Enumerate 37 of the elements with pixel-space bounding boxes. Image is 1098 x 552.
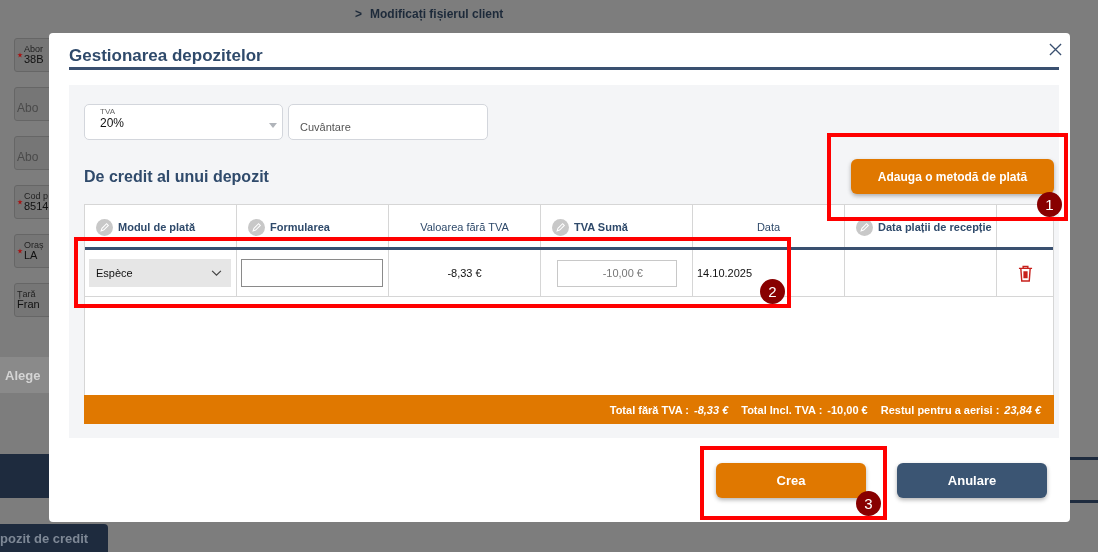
column-header: Modul de plată bbox=[118, 221, 195, 233]
field-label: Oraș bbox=[24, 241, 44, 250]
caret-icon bbox=[269, 123, 277, 128]
add-payment-button[interactable]: Adauga o metodă de plată bbox=[851, 159, 1054, 194]
column-header: Data plații de recepție bbox=[878, 221, 992, 233]
page-tab[interactable]: pozit de credit bbox=[0, 524, 108, 552]
field-label: Abor bbox=[24, 45, 44, 54]
total-label: Total Incl. TVA : bbox=[741, 403, 823, 416]
column-header: Data bbox=[756, 221, 781, 233]
total-value: -10,00 € bbox=[827, 403, 868, 416]
column-header: Valoarea fără TVA bbox=[420, 221, 509, 233]
total-label: Total fără TVA : bbox=[609, 403, 689, 416]
total-label: Restul pentru a aerisi : bbox=[880, 403, 1000, 416]
section-title: De credit al unui depozit bbox=[84, 167, 269, 186]
field-value: LA bbox=[24, 250, 38, 261]
trash-icon[interactable] bbox=[1017, 264, 1033, 282]
comment-field[interactable]: Cuvântare bbox=[288, 104, 488, 140]
column-header: TVA Sumă bbox=[574, 221, 628, 233]
payment-select[interactable]: Espèce bbox=[89, 259, 231, 287]
breadcrumb[interactable]: Modificați fișierul client bbox=[370, 7, 504, 24]
input-field[interactable] bbox=[241, 259, 383, 287]
amount-field[interactable]: -10,00 € bbox=[557, 259, 677, 287]
field-value: 20% bbox=[100, 116, 125, 130]
create-button[interactable]: Crea bbox=[716, 463, 866, 498]
table-cell: 14.10.2025 bbox=[697, 267, 753, 279]
field-label: Cod p bbox=[24, 192, 49, 201]
field-label: Țară bbox=[17, 290, 37, 299]
chevron-icon bbox=[211, 269, 222, 277]
total-value: -8,33 € bbox=[694, 403, 729, 416]
total-value: 23,84 € bbox=[1004, 403, 1041, 416]
column-header: Formularea bbox=[270, 221, 330, 233]
close-icon[interactable] bbox=[1049, 43, 1062, 56]
table-cell: -8,33 € bbox=[447, 267, 482, 279]
field-label: TVA bbox=[100, 108, 116, 117]
breadcrumb-arrow: > bbox=[355, 7, 362, 23]
cancel-button[interactable]: Anulare bbox=[897, 463, 1047, 498]
tva-select[interactable]: TVA 20% bbox=[84, 104, 283, 140]
